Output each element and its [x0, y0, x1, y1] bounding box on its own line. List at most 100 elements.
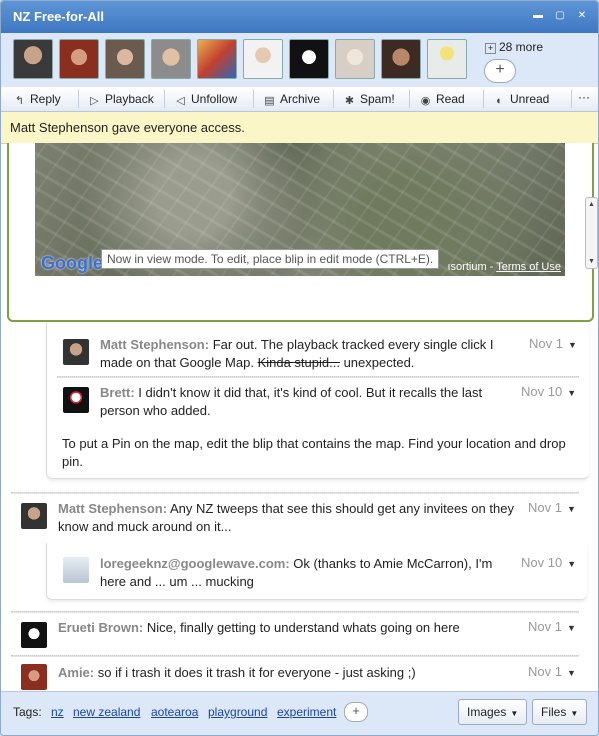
avatar[interactable] — [21, 664, 47, 690]
toolbar-divider — [164, 90, 165, 108]
participant-avatar[interactable] — [197, 39, 237, 79]
blip-date[interactable]: Nov 10 ▼ — [521, 384, 576, 399]
read-button[interactable]: ◉ Read — [420, 92, 465, 107]
avatar[interactable] — [63, 339, 89, 365]
reply-label: Reply — [30, 92, 61, 106]
strikethrough-text: Kinda stupid... — [257, 355, 340, 370]
read-label: Read — [436, 92, 465, 106]
scroll-down-icon[interactable]: ▼ — [588, 258, 595, 265]
images-label: Images — [467, 705, 507, 719]
participant-avatar[interactable] — [243, 39, 283, 79]
reply-thread: Matt Stephenson: Far out. The playback t… — [46, 322, 589, 479]
blip-author[interactable]: Erueti Brown: — [58, 620, 143, 635]
blip-date-text: Nov 1 — [528, 619, 562, 634]
chevron-down-icon[interactable]: ▼ — [567, 559, 576, 569]
spam-label: Spam! — [360, 92, 395, 106]
participant-avatar[interactable] — [13, 39, 53, 79]
chevron-down-icon[interactable]: ▼ — [568, 340, 577, 350]
playback-label: Playback — [105, 92, 154, 106]
blip-divider — [11, 611, 579, 613]
access-notice-text: Matt Stephenson gave everyone access. — [10, 120, 245, 135]
archive-button[interactable]: ▤ Archive — [264, 92, 320, 107]
unread-button[interactable]: ◐ Unread — [494, 92, 549, 107]
blip-date[interactable]: Nov 10 ▼ — [521, 555, 576, 570]
tag-link[interactable]: playground — [208, 705, 267, 719]
blip-body: so if i trash it does it trash it for ev… — [97, 665, 416, 680]
reply-button[interactable]: ↰ Reply — [14, 92, 61, 107]
blip-date[interactable]: Nov 1 ▼ — [528, 500, 576, 515]
blip-date[interactable]: Nov 1 ▼ — [528, 619, 576, 634]
blip-text[interactable]: To put a Pin on the map, edit the blip t… — [62, 435, 572, 471]
title-bar: NZ Free-for-All ▬ ▢ ✕ — [1, 1, 598, 33]
google-map[interactable]: Google Now in view mode. To edit, place … — [35, 143, 565, 276]
minimize-icon[interactable]: ▬ — [533, 11, 543, 21]
chevron-down-icon: ▼ — [570, 709, 579, 718]
map-blip[interactable]: Google Now in view mode. To edit, place … — [7, 143, 594, 322]
tag-link[interactable]: new zealand — [73, 705, 140, 719]
blip-divider — [11, 492, 579, 494]
map-credit: ısortium - Terms of Use — [448, 261, 562, 273]
archive-label: Archive — [280, 92, 321, 106]
blip-date[interactable]: Nov 1 ▼ — [528, 664, 576, 679]
participant-avatar[interactable] — [151, 39, 191, 79]
tag-link[interactable]: aotearoa — [151, 705, 198, 719]
chevron-down-icon[interactable]: ▼ — [567, 668, 576, 678]
scroll-up-icon[interactable]: ▲ — [588, 201, 595, 208]
blip-author[interactable]: loregeeknz@googlewave.com: — [100, 556, 290, 571]
participant-avatar[interactable] — [105, 39, 145, 79]
blip-author[interactable]: Matt Stephenson: — [58, 501, 167, 516]
reply-thread: loregeeknz@googlewave.com: Ok (thanks to… — [46, 543, 587, 600]
maximize-icon[interactable]: ▢ — [555, 11, 565, 21]
blip-text[interactable]: Matt Stephenson: Any NZ tweeps that see … — [58, 500, 523, 536]
more-actions-button[interactable]: ··· — [578, 90, 590, 104]
participant-avatar[interactable] — [427, 39, 467, 79]
blip-text[interactable]: loregeeknz@googlewave.com: Ok (thanks to… — [100, 555, 510, 591]
terms-of-use-link[interactable]: Terms of Use — [496, 261, 561, 273]
avatar[interactable] — [63, 387, 89, 413]
add-tag-button[interactable]: + — [344, 702, 368, 722]
blip-author[interactable]: Matt Stephenson: — [100, 337, 209, 352]
avatar[interactable] — [63, 557, 89, 583]
blip-text[interactable]: Brett: I didn't know it did that, it's k… — [100, 384, 510, 420]
toolbar-divider — [253, 90, 254, 108]
participant-avatar[interactable] — [59, 39, 99, 79]
reply-icon: ↰ — [14, 95, 25, 107]
spam-button[interactable]: ✱ Spam! — [344, 92, 395, 107]
spam-icon: ✱ — [344, 95, 355, 107]
playback-button[interactable]: ▷ Playback — [89, 92, 154, 107]
more-participants[interactable]: +28 more — [485, 40, 543, 54]
blip-date[interactable]: Nov 1 ▼ — [529, 336, 577, 351]
blip-divider — [11, 655, 579, 657]
chevron-down-icon: ▼ — [510, 709, 519, 718]
blip-body: I didn't know it did that, it's kind of … — [100, 385, 483, 418]
blip-text[interactable]: Erueti Brown: Nice, finally getting to u… — [58, 619, 518, 637]
close-icon[interactable]: ✕ — [577, 11, 587, 21]
files-button[interactable]: Files ▼ — [532, 699, 588, 725]
tag-link[interactable]: experiment — [277, 705, 336, 719]
view-mode-tooltip: Now in view mode. To edit, place blip in… — [101, 249, 440, 269]
wave-title: NZ Free-for-All — [13, 9, 104, 24]
unfollow-button[interactable]: ◁ Unfollow — [175, 92, 237, 107]
images-button[interactable]: Images ▼ — [458, 699, 528, 725]
chevron-down-icon[interactable]: ▼ — [567, 388, 576, 398]
avatar[interactable] — [21, 503, 47, 529]
participant-avatar[interactable] — [381, 39, 421, 79]
blip-text[interactable]: Matt Stephenson: Far out. The playback t… — [100, 336, 520, 372]
blip-date-text: Nov 1 — [528, 664, 562, 679]
tags-label: Tags: — [13, 705, 42, 719]
tag-link[interactable]: nz — [51, 705, 64, 719]
avatar[interactable] — [21, 622, 47, 648]
toolbar-divider — [571, 90, 572, 108]
add-participant-button[interactable]: + — [484, 59, 516, 83]
map-credit-text: ısortium - — [447, 261, 494, 273]
blip-date-text: Nov 1 — [528, 500, 562, 515]
participant-avatar[interactable] — [289, 39, 329, 79]
participant-avatar[interactable] — [335, 39, 375, 79]
unread-icon: ◐ — [496, 95, 503, 107]
blip-author[interactable]: Amie: — [58, 665, 94, 680]
wave-scrollbar[interactable]: ▲ ▼ — [585, 197, 598, 269]
blip-author[interactable]: Brett: — [100, 385, 135, 400]
blip-text[interactable]: Amie: so if i trash it does it trash it … — [58, 664, 518, 682]
chevron-down-icon[interactable]: ▼ — [567, 623, 576, 633]
chevron-down-icon[interactable]: ▼ — [567, 504, 576, 514]
